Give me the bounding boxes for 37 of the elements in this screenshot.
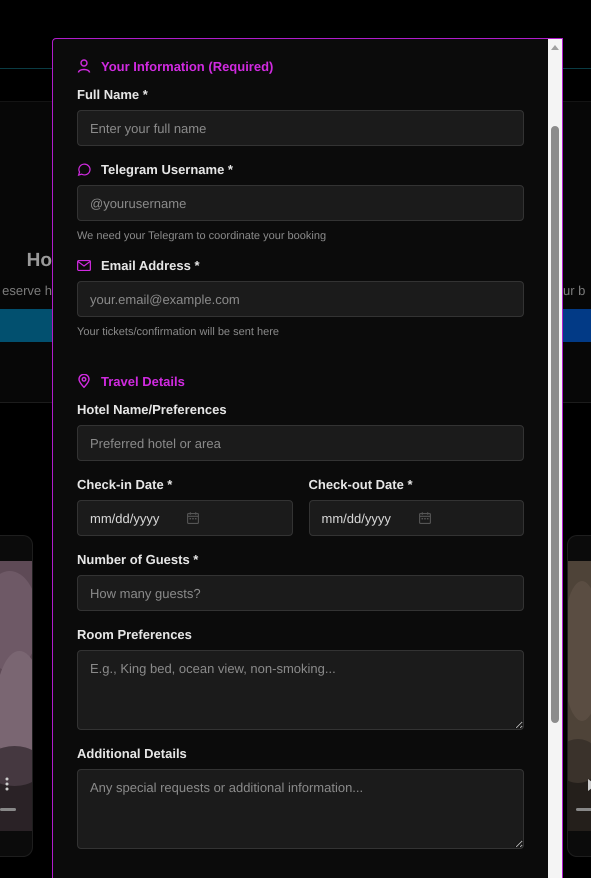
section-title: Your Information (Required) [101,58,274,74]
scrollbar-thumb[interactable] [551,126,559,723]
field-label: Room Preferences [77,626,192,642]
person-icon [77,59,91,73]
calendar-icon[interactable] [187,512,200,524]
date-field[interactable]: mm/dd/yyyy [308,500,524,536]
section-title: Travel Details [101,374,185,388]
help-text: We need your Telegram to coordinate your booking [77,230,328,242]
input-field[interactable]: How many guests? [77,575,524,611]
field-label: Hotel Name/Preferences [77,402,227,416]
field-label: Check-out Date * [308,476,413,492]
envelope-icon [77,258,91,272]
field-label: Additional Details [77,746,187,760]
input-field[interactable]: @yourusername [77,185,524,221]
date-field[interactable]: mm/dd/yyyy [77,500,292,536]
input-field[interactable]: Preferred hotel or area [77,425,524,461]
input-field[interactable]: Enter your full name [77,110,524,146]
page-heading: Ho [26,250,52,273]
page-subtitle: ur b [563,283,586,299]
calendar-icon[interactable] [418,512,431,524]
more-icon[interactable] [5,777,9,791]
page-subtitle: eserve h [2,283,52,299]
progress-track[interactable] [576,808,591,811]
input-field[interactable]: your.email@example.com [77,281,524,317]
scroll-up-icon[interactable] [551,45,559,50]
field-label: Email Address * [101,258,200,272]
scrollbar[interactable] [548,39,562,878]
location-pin-icon [77,374,91,388]
field-label: Full Name * [77,86,148,102]
field-label: Check-in Date * [77,476,172,492]
help-text: Your tickets/confirmation will be sent here [77,326,280,338]
chat-bubble-icon [77,162,91,176]
field-label: Telegram Username * [101,162,233,176]
text-area[interactable]: Any special requests or additional information... [77,769,524,849]
field-label: Number of Guests * [77,552,198,566]
progress-track[interactable] [0,808,16,811]
text-area[interactable]: E.g., King bed, ocean view, non-smoking... [77,650,524,730]
